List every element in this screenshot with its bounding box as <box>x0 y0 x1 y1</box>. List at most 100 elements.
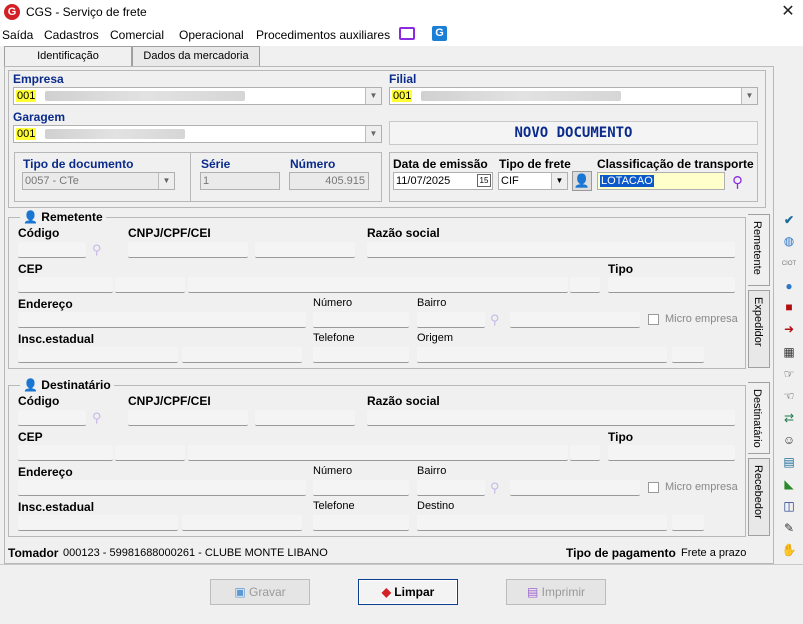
menu-procedimentos[interactable]: Procedimentos auxiliares <box>256 28 390 42</box>
vtab-remetente[interactable]: Remetente <box>748 214 770 286</box>
empresa-select[interactable]: 001 ▼ <box>13 87 382 105</box>
hand-doc-icon[interactable]: ☜ <box>780 388 798 404</box>
data-emissao-field[interactable]: 11/07/2025 15 <box>393 172 493 190</box>
dest-pessoa-field[interactable] <box>255 410 355 426</box>
rem-cep-label: CEP <box>18 262 43 276</box>
rem-origem-uf-field[interactable] <box>672 347 704 363</box>
calendar-check-icon[interactable]: ▤ <box>780 454 798 470</box>
rem-numero-field[interactable] <box>313 312 409 328</box>
person-icon[interactable]: ☺ <box>780 432 798 448</box>
handshake-icon[interactable]: ✋ <box>780 542 798 558</box>
dest-telefone-field[interactable] <box>313 515 409 531</box>
tab-dados-mercadoria[interactable]: Dados da mercadoria <box>132 46 260 66</box>
classificacao-field[interactable]: LOTACAO <box>597 172 725 190</box>
chevron-down-icon[interactable]: ▼ <box>365 88 381 104</box>
dest-cnpj-field[interactable] <box>128 410 248 426</box>
truck-red-icon[interactable]: ■ <box>780 299 798 315</box>
close-button[interactable]: ✕ <box>776 1 800 23</box>
dest-destino-uf-field[interactable] <box>672 515 704 531</box>
dest-micro-empresa-checkbox[interactable] <box>648 482 659 493</box>
calendar-icon[interactable]: 15 <box>477 174 491 187</box>
search-icon[interactable]: ⚲ <box>732 173 743 191</box>
hand-pointing-icon[interactable]: ☞ <box>780 366 798 382</box>
rem-razao-field[interactable] <box>367 242 735 258</box>
ciot-icon[interactable]: CIOT <box>780 256 798 272</box>
vtab-recebedor[interactable]: Recebedor <box>748 458 770 536</box>
rem-insc-label: Insc.estadual <box>18 332 95 346</box>
dest-codigo-field[interactable] <box>18 410 86 426</box>
dest-numero-field[interactable] <box>313 480 409 496</box>
monitor-icon[interactable] <box>399 27 415 40</box>
dest-endereco-field[interactable] <box>18 480 306 496</box>
truck-green-icon[interactable]: ◣ <box>780 476 798 492</box>
people-swap-icon[interactable]: ⇄ <box>780 410 798 426</box>
dest-cep-field[interactable] <box>18 445 113 461</box>
rem-uf-field[interactable] <box>570 277 600 293</box>
rem-cep-field[interactable] <box>18 277 113 293</box>
search-icon[interactable]: ⚲ <box>490 480 500 496</box>
document-arrow-icon[interactable]: ➜ <box>780 321 798 337</box>
rem-telefone-field[interactable] <box>313 347 409 363</box>
book-icon[interactable]: ◫ <box>780 498 798 514</box>
dest-insc-field[interactable] <box>18 515 178 531</box>
rem-cep-button[interactable] <box>115 277 185 293</box>
chevron-down-icon[interactable]: ▼ <box>158 173 174 189</box>
globe-refresh-icon[interactable]: ◍ <box>780 233 798 249</box>
documents-icon[interactable]: ▦ <box>780 344 798 360</box>
rem-cidade-field[interactable] <box>188 277 568 293</box>
rem-insc-field[interactable] <box>18 347 178 363</box>
remetente-legend: 👤 Remetente <box>20 210 106 224</box>
limpar-button[interactable]: ◆ Limpar <box>358 579 458 605</box>
tipo-documento-select[interactable]: 0057 - CTe ▼ <box>22 172 175 190</box>
rem-contribuinte-field[interactable] <box>182 347 302 363</box>
menu-comercial[interactable]: Comercial <box>110 28 164 42</box>
dest-bairro-field[interactable] <box>417 480 485 496</box>
dest-uf-field[interactable] <box>570 445 600 461</box>
dest-cep-button[interactable] <box>115 445 185 461</box>
rem-origem-field[interactable] <box>417 347 667 363</box>
dest-cidade-field[interactable] <box>188 445 568 461</box>
tab-identificacao[interactable]: Identificação <box>4 46 132 68</box>
menu-operacional[interactable]: Operacional <box>179 28 244 42</box>
vtab-expedidor[interactable]: Expedidor <box>748 290 770 368</box>
garagem-name-redacted <box>45 129 186 140</box>
rem-pessoa-field[interactable] <box>255 242 355 258</box>
document-edit-icon[interactable]: ✎ <box>780 520 798 536</box>
rem-tipo-field[interactable] <box>608 277 735 293</box>
garagem-select[interactable]: 001 ▼ <box>13 125 382 143</box>
rem-endereco-field[interactable] <box>18 312 306 328</box>
imprimir-button[interactable]: ▤ Imprimir <box>506 579 606 605</box>
check-icon[interactable]: ✔ <box>780 212 798 228</box>
search-icon[interactable]: ⚲ <box>92 242 102 258</box>
tipo-frete-select[interactable]: CIF ▼ <box>498 172 568 190</box>
gravar-button[interactable]: ▣ Gravar <box>210 579 310 605</box>
vtab-remetente-label: Remetente <box>751 221 763 275</box>
globe-icon[interactable]: ● <box>780 278 798 294</box>
menu-saida[interactable]: Saída <box>2 28 33 42</box>
rem-cnpj-field[interactable] <box>128 242 248 258</box>
dest-cnpj-label: CNPJ/CPF/CEI <box>128 394 211 408</box>
vtab-destinatario[interactable]: Destinatário <box>748 382 770 454</box>
g-app-icon[interactable]: G <box>432 26 447 41</box>
data-emissao-value: 11/07/2025 <box>396 175 451 187</box>
chevron-down-icon[interactable]: ▼ <box>551 173 567 189</box>
search-icon[interactable]: ⚲ <box>490 312 500 328</box>
person-search-icon[interactable]: 👤 <box>572 171 592 191</box>
rem-micro-empresa-checkbox[interactable] <box>648 314 659 325</box>
dest-destino-field[interactable] <box>417 515 667 531</box>
rem-codigo-field[interactable] <box>18 242 86 258</box>
filial-select[interactable]: 001 ▼ <box>389 87 758 105</box>
numero-field[interactable]: 405.915 <box>289 172 369 190</box>
serie-field[interactable]: 1 <box>200 172 280 190</box>
chevron-down-icon[interactable]: ▼ <box>365 126 381 142</box>
rem-bairro-name-field[interactable] <box>510 312 640 328</box>
dest-tipo-field[interactable] <box>608 445 735 461</box>
dest-contribuinte-field[interactable] <box>182 515 302 531</box>
menu-cadastros[interactable]: Cadastros <box>44 28 99 42</box>
dest-razao-field[interactable] <box>367 410 735 426</box>
printer-icon: ▤ <box>526 585 539 599</box>
search-icon[interactable]: ⚲ <box>92 410 102 426</box>
chevron-down-icon[interactable]: ▼ <box>741 88 757 104</box>
dest-bairro-name-field[interactable] <box>510 480 640 496</box>
rem-bairro-field[interactable] <box>417 312 485 328</box>
